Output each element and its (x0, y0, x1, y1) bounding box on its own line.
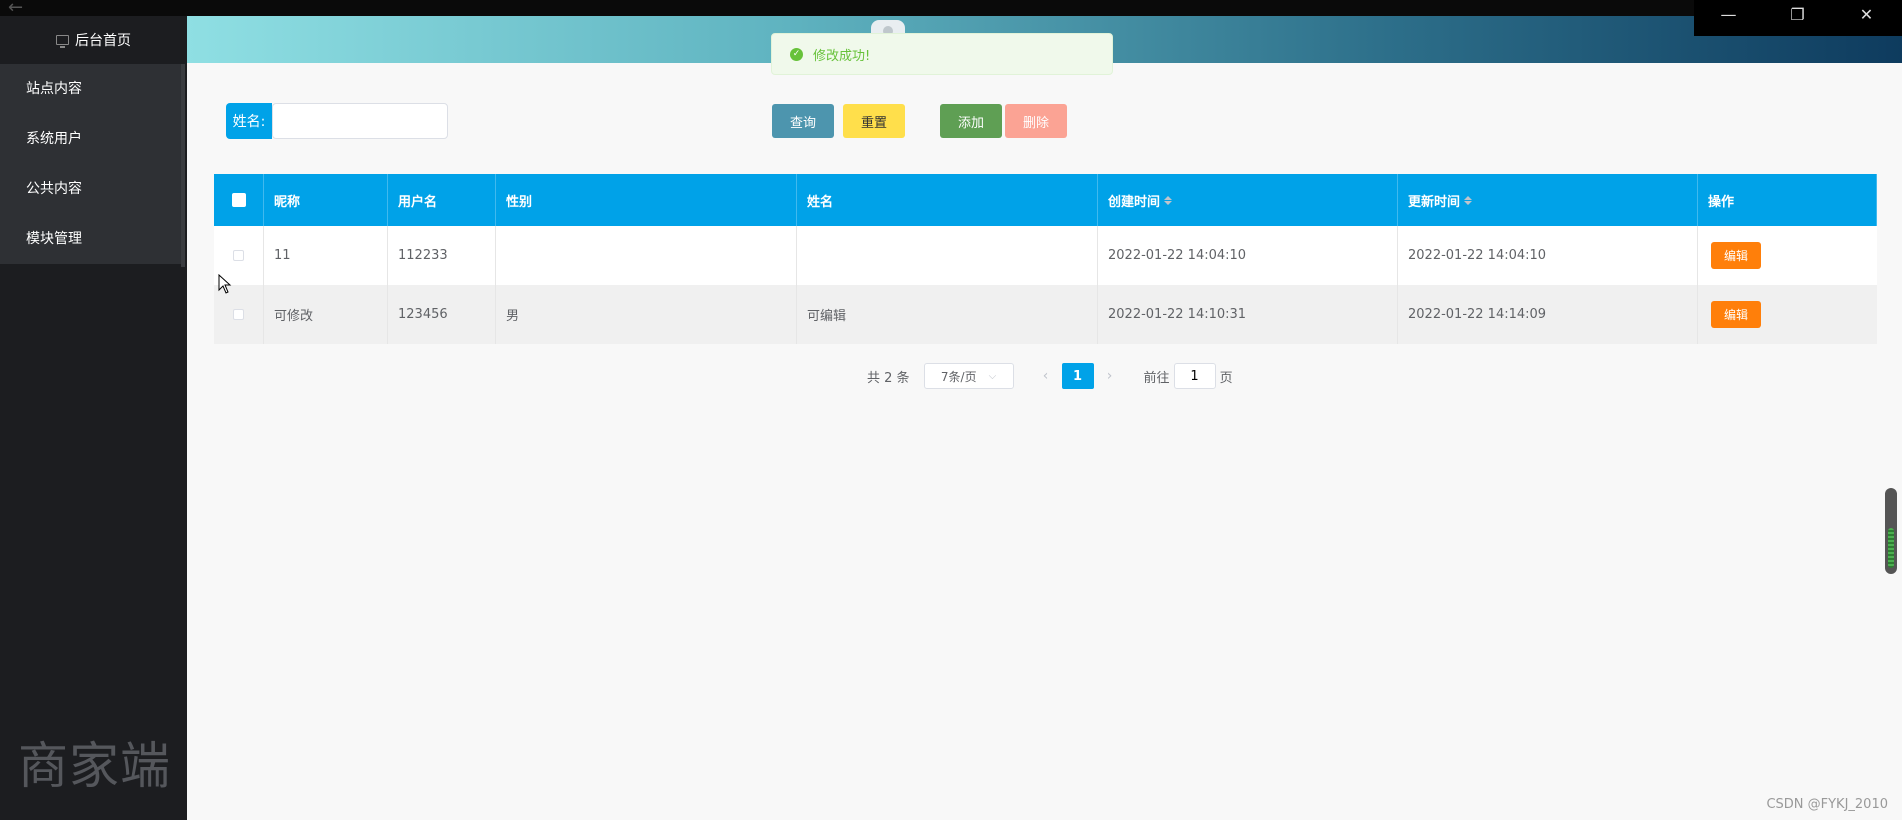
table-row: 可修改 123456 男 可编辑 2022-01-22 14:10:31 202… (214, 285, 1877, 344)
close-icon[interactable]: ✕ (1832, 0, 1901, 28)
header-select-all (214, 174, 264, 226)
cell-created: 2022-01-22 14:10:31 (1098, 285, 1398, 344)
sidebar-item-home[interactable]: 后台首页 (0, 16, 187, 64)
sort-icon[interactable] (1464, 195, 1473, 205)
add-button[interactable]: 添加 (940, 104, 1002, 138)
edit-button[interactable]: 编辑 (1711, 242, 1761, 269)
cell-gender: 男 (496, 285, 797, 344)
sidebar-watermark: 商家端 (18, 737, 171, 795)
sidebar-item-public-content[interactable]: 公共内容 (0, 164, 181, 214)
page-size-select[interactable]: 7条/页 ⌵ (923, 363, 1014, 389)
header-gender: 性别 (496, 174, 797, 226)
monitor-icon (56, 35, 69, 48)
cell-name: 可编辑 (797, 285, 1098, 344)
header-updated[interactable]: 更新时间 (1398, 174, 1698, 226)
cell-nickname: 11 (264, 226, 388, 285)
delete-button[interactable]: 删除 (1005, 104, 1067, 138)
back-arrow-icon[interactable]: ← (8, 0, 23, 17)
header-created[interactable]: 创建时间 (1098, 174, 1398, 226)
cell-gender (496, 226, 797, 285)
cell-action: 编辑 (1698, 226, 1877, 285)
sidebar-menu: 站点内容 系统用户 公共内容 模块管理 (0, 64, 181, 264)
cell-name (797, 226, 1098, 285)
window-controls: — ❐ ✕ (1694, 0, 1902, 36)
sidebar-item-module-management[interactable]: 模块管理 (0, 214, 181, 264)
row-checkbox[interactable] (233, 250, 244, 261)
chevron-right-icon[interactable]: › (1098, 363, 1122, 389)
restore-icon[interactable]: ❐ (1763, 0, 1832, 28)
header-updated-label: 更新时间 (1408, 194, 1461, 210)
chevron-left-icon[interactable]: ‹ (1034, 363, 1058, 389)
row-checkbox[interactable] (233, 309, 244, 320)
edit-button[interactable]: 编辑 (1711, 301, 1761, 328)
sidebar-item-site-content[interactable]: 站点内容 (0, 64, 181, 114)
pagination: 共 2 条 7条/页 ⌵ ‹ 1 › 前往 页 (867, 362, 1233, 390)
search-label: 姓名: (226, 103, 272, 139)
reset-button[interactable]: 重置 (843, 104, 905, 138)
sidebar-home-label: 后台首页 (75, 33, 131, 49)
minimize-icon[interactable]: — (1694, 0, 1763, 28)
goto-prefix: 前往 (1143, 370, 1170, 386)
select-all-checkbox[interactable] (231, 193, 246, 207)
header-action: 操作 (1698, 174, 1877, 226)
cell-created: 2022-01-22 14:04:10 (1098, 226, 1398, 285)
page-number-current[interactable]: 1 (1061, 363, 1094, 389)
header-name: 姓名 (797, 174, 1098, 226)
page-scrollbar[interactable] (1885, 488, 1897, 574)
sidebar: 后台首页 站点内容 系统用户 公共内容 模块管理 商家端 (0, 16, 187, 820)
page-size-value: 7条/页 (940, 369, 977, 384)
success-toast: ✓ 修改成功! (771, 33, 1113, 75)
csdn-credit: CSDN @FYKJ_2010 (1766, 797, 1888, 812)
goto-suffix: 页 (1219, 370, 1233, 386)
cell-updated: 2022-01-22 14:14:09 (1398, 285, 1698, 344)
window-titlebar (0, 0, 1902, 16)
sidebar-item-system-users[interactable]: 系统用户 (0, 114, 181, 164)
cell-username: 123456 (388, 285, 496, 344)
query-button[interactable]: 查询 (772, 104, 834, 138)
pagination-goto: 前往 页 (1144, 363, 1233, 389)
table-row: 11 112233 2022-01-22 14:04:10 2022-01-22… (214, 226, 1877, 285)
chevron-down-icon: ⌵ (988, 370, 997, 382)
header-created-label: 创建时间 (1108, 194, 1161, 210)
check-circle-icon: ✓ (790, 47, 803, 61)
header-nickname: 昵称 (264, 174, 388, 226)
header-username: 用户名 (388, 174, 496, 226)
pagination-total: 共 2 条 (867, 370, 910, 386)
goto-page-input[interactable] (1173, 363, 1216, 389)
name-search-input[interactable] (272, 103, 448, 139)
cell-updated: 2022-01-22 14:04:10 (1398, 226, 1698, 285)
table-header: 昵称 用户名 性别 姓名 创建时间 更新时间 操作 (214, 174, 1877, 226)
cell-action: 编辑 (1698, 285, 1877, 344)
sidebar-scrollbar[interactable] (181, 64, 185, 267)
user-table: 昵称 用户名 性别 姓名 创建时间 更新时间 操作 11 112233 2022… (214, 174, 1877, 344)
sort-icon[interactable] (1164, 195, 1173, 205)
cell-nickname: 可修改 (264, 285, 388, 344)
cell-username: 112233 (388, 226, 496, 285)
toast-message: 修改成功! (813, 48, 871, 64)
